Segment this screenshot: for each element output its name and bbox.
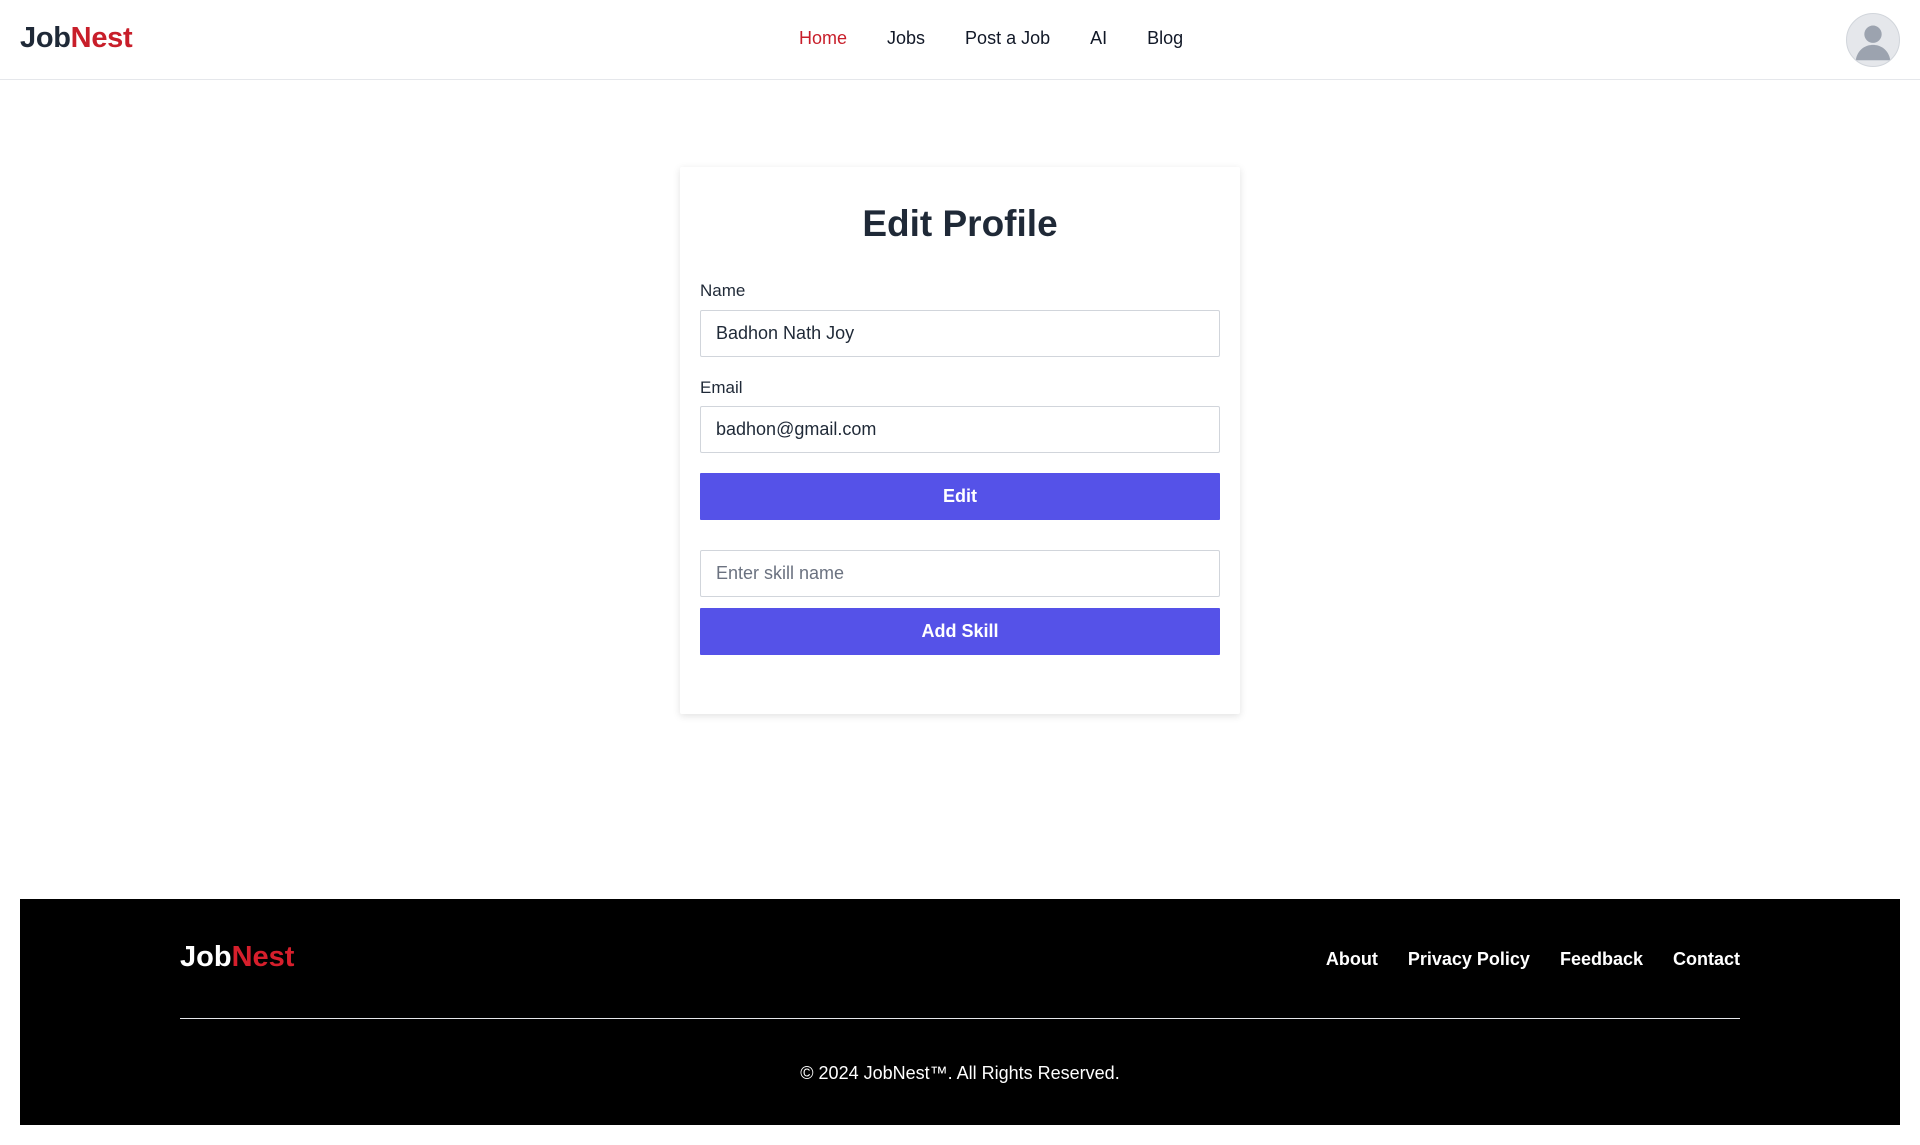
brand-logo-part2: Nest (70, 22, 133, 54)
nav-jobs-link[interactable]: Jobs (887, 28, 925, 49)
email-label: Email (700, 378, 743, 397)
brand-logo[interactable]: JobNest (20, 22, 133, 55)
footer-divider (180, 1018, 1740, 1019)
nav-home-link[interactable]: Home (799, 28, 847, 49)
nav-ai-link[interactable]: AI (1090, 28, 1107, 49)
footer-brand-part2: Nest (231, 941, 295, 973)
footer-contact-link[interactable]: Contact (1673, 949, 1740, 970)
user-avatar-icon (1855, 25, 1891, 61)
user-avatar-button[interactable] (1846, 13, 1900, 67)
footer-feedback-link[interactable]: Feedback (1560, 949, 1643, 970)
main-nav: Home Jobs Post a Job AI Blog (799, 28, 1183, 49)
footer-privacy-link[interactable]: Privacy Policy (1408, 949, 1530, 970)
footer-brand-part1: Job (180, 941, 232, 973)
name-input[interactable] (700, 310, 1220, 357)
top-navbar: JobNest Home Jobs Post a Job AI Blog (0, 0, 1920, 80)
add-skill-button[interactable]: Add Skill (700, 608, 1220, 655)
footer-brand-logo[interactable]: JobNest (180, 941, 294, 974)
nav-blog-link[interactable]: Blog (1147, 28, 1183, 49)
skill-name-input[interactable] (700, 550, 1220, 597)
email-input[interactable] (700, 406, 1220, 453)
brand-logo-part1: Job (20, 22, 71, 54)
page-title: Edit Profile (862, 203, 1058, 244)
site-footer: JobNest About Privacy Policy Feedback Co… (20, 899, 1900, 1125)
copyright-text: © 2024 JobNest™. All Rights Reserved. (800, 1063, 1120, 1083)
footer-about-link[interactable]: About (1326, 949, 1378, 970)
edit-button[interactable]: Edit (700, 473, 1220, 520)
name-label: Name (700, 281, 746, 300)
edit-profile-card: Edit Profile Name Email Edit Add Skill (680, 167, 1240, 714)
nav-post-job-link[interactable]: Post a Job (965, 28, 1050, 49)
footer-links: About Privacy Policy Feedback Contact (1326, 949, 1740, 970)
